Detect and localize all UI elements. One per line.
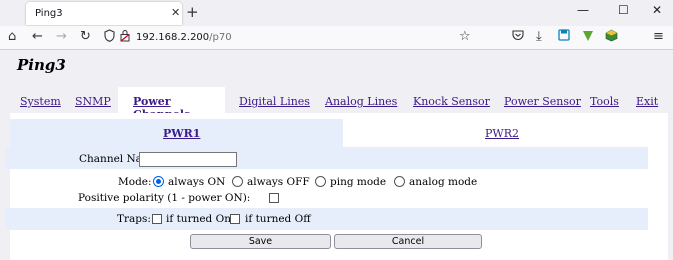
mode-analog-radio[interactable] [394,176,405,187]
url-path: /p70 [209,32,232,43]
mode-always-on-label: always ON [168,176,226,188]
mode-always-off-radio[interactable] [232,176,243,187]
tab-title: Ping3 [35,8,63,19]
menu-tools[interactable]: Tools [590,95,619,108]
save-button[interactable]: Save [190,234,331,249]
page-title: Ping3 [17,56,66,74]
traps-row [6,208,648,230]
trap-turned-off-checkbox[interactable] [230,214,240,224]
close-tab-icon[interactable]: ✕ [171,6,180,19]
browser-tab[interactable]: Ping3 ✕ [26,2,182,25]
forward-icon[interactable]: → [56,29,67,44]
mode-always-on-radio[interactable] [153,176,164,187]
lock-icon[interactable] [120,29,130,46]
extension-icon[interactable] [582,29,594,46]
polarity-checkbox[interactable] [269,193,279,203]
back-icon[interactable]: ← [32,29,43,44]
menu-exit[interactable]: Exit [636,95,658,108]
menu-icon[interactable]: ≡ [653,29,664,44]
home-icon[interactable]: ⌂ [8,29,16,44]
mode-ping-label: ping mode [330,176,387,188]
polarity-label: Positive polarity (1 - power ON): [78,192,251,204]
save-icon[interactable] [558,29,570,45]
menu-power-sensor[interactable]: Power Sensor [504,95,581,108]
menu-knock-sensor[interactable]: Knock Sensor [413,95,490,108]
trap-turned-on-label: if turned On [166,213,231,225]
minimize-icon[interactable]: — [577,3,589,17]
menu-digital-lines[interactable]: Digital Lines [239,95,310,108]
tab-pwr2[interactable]: PWR2 [343,119,668,147]
menu-system[interactable]: System [20,95,61,108]
menu-analog-lines[interactable]: Analog Lines [325,95,397,108]
menu-power-channels[interactable]: Power Channels [118,87,225,121]
page: Ping3 System SNMP Power Channels Digital… [0,51,673,260]
cancel-button[interactable]: Cancel [334,234,482,249]
new-tab-icon[interactable]: + [186,3,199,21]
trap-turned-on-checkbox[interactable] [152,214,162,224]
traps-label: Traps: [117,213,151,225]
pocket-icon[interactable] [512,29,524,45]
browser-navbar: ⌂ ← → ↻ 192.168.2.200/p70 ☆ ⤓ ≡ [0,26,673,50]
reload-icon[interactable]: ↻ [80,29,91,44]
tab-pwr2-label: PWR2 [485,127,519,140]
mode-analog-label: analog mode [409,176,478,188]
tab-pwr1-label: PWR1 [163,127,201,140]
download-icon[interactable]: ⤓ [536,29,542,44]
channel-name-input[interactable] [139,152,237,167]
trap-turned-off-label: if turned Off [245,213,311,225]
url-bar[interactable]: 192.168.2.200/p70 [136,32,232,43]
mode-label: Mode: [118,176,152,188]
extension-cube-icon[interactable] [605,29,618,46]
url-host: 192.168.2.200 [136,32,210,43]
menu-snmp[interactable]: SNMP [75,95,111,108]
bookmark-star-icon[interactable]: ☆ [459,29,471,44]
mode-always-off-label: always OFF [247,176,310,188]
tab-pwr1[interactable]: PWR1 [10,119,343,147]
shield-icon[interactable] [104,29,115,46]
maximize-icon[interactable]: ☐ [618,3,629,17]
window-close-icon[interactable]: ✕ [652,3,662,17]
browser-tabstrip: Ping3 ✕ + — ☐ ✕ [0,0,673,26]
mode-ping-radio[interactable] [315,176,326,187]
